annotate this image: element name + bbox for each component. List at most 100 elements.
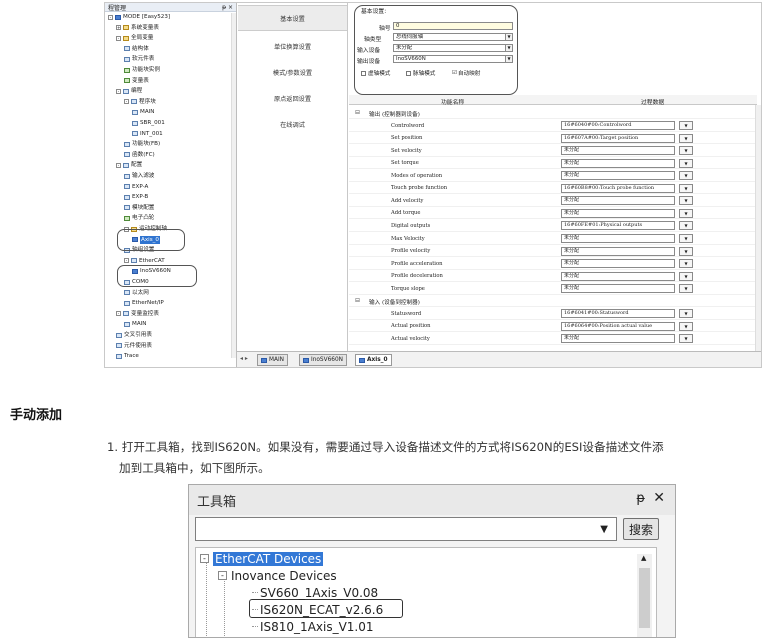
axis-no-field[interactable]: 0	[393, 22, 513, 30]
auto-map-checkbox[interactable]: ☑ 自动映射	[452, 69, 480, 77]
collapse-icon[interactable]: ⊟	[355, 297, 360, 304]
nav-item[interactable]: 单位换算设置	[238, 33, 347, 59]
axis-type-select[interactable]: 总线伺服轴 ▼	[393, 33, 513, 41]
project-tree-item[interactable]: 功能块实例	[124, 66, 160, 74]
chevron-down-icon[interactable]: ▼	[679, 284, 693, 294]
nav-item[interactable]: 在线调试	[238, 111, 347, 137]
process-data-select[interactable]: 16#60FE#01:Physical outputs	[561, 221, 675, 231]
project-tree-item[interactable]: 函数(FC)	[124, 151, 155, 159]
process-data-select[interactable]: 16#60B8#00:Touch probe function	[561, 183, 675, 193]
project-tree-item[interactable]: 交叉引用表	[116, 331, 152, 339]
project-tree-item[interactable]: - 全局变量	[116, 34, 153, 42]
toolbox-search-input[interactable]: ▼	[195, 517, 617, 541]
chevron-down-icon[interactable]: ▼	[679, 171, 693, 181]
nav-item[interactable]: 模式/参数设置	[238, 59, 347, 85]
project-tree-item[interactable]: - EtherCAT	[124, 257, 165, 265]
collapse-icon[interactable]: -	[108, 14, 113, 20]
chevron-down-icon[interactable]: ▼	[679, 334, 693, 344]
project-tree-item[interactable]: 结构体	[124, 45, 149, 53]
chevron-down-icon[interactable]: ▼	[679, 158, 693, 168]
process-data-select[interactable]: 未分配	[561, 334, 675, 344]
process-data-select[interactable]: 未分配	[561, 208, 675, 218]
chevron-down-icon[interactable]: ▼	[679, 271, 693, 281]
project-tree-item[interactable]: + 系统变量表	[116, 24, 159, 32]
project-tree-item[interactable]: - MODE [Easy523]	[108, 13, 170, 21]
chevron-down-icon[interactable]: ▼	[679, 196, 693, 206]
process-data-select[interactable]: 未分配	[561, 171, 675, 181]
process-data-select[interactable]: 未分配	[561, 271, 675, 281]
toolbox-scrollbar[interactable]: ▲	[637, 554, 652, 637]
process-data-select[interactable]: 未分配	[561, 284, 675, 294]
project-tree-item[interactable]: - 编程	[116, 87, 142, 95]
project-tree-item[interactable]: - 程序块	[124, 98, 156, 106]
search-button[interactable]: 搜索	[623, 518, 659, 540]
toolbox-tree-item[interactable]: IS810_1Axis_V1.01	[252, 618, 374, 635]
toolbox-tree-item[interactable]: IS620N_ECAT_v2.6.6	[252, 601, 383, 618]
project-tree-item[interactable]: 模块配置	[124, 204, 154, 212]
chevron-down-icon[interactable]: ▼	[679, 121, 693, 131]
project-tree-item[interactable]: - 变量监控表	[116, 310, 159, 318]
project-tree-item[interactable]: 输入滤波	[124, 172, 154, 180]
process-data-select[interactable]: 未分配	[561, 158, 675, 168]
project-tree-item[interactable]: EXP-A	[124, 183, 148, 191]
chevron-down-icon[interactable]: ▼	[679, 234, 693, 243]
chevron-down-icon[interactable]: ▼	[679, 309, 693, 319]
chevron-down-icon[interactable]: ▼	[679, 259, 693, 269]
process-data-select[interactable]: 16#6040#00:Controlword	[561, 121, 675, 131]
chevron-down-icon[interactable]: ▼	[679, 183, 693, 193]
collapse-icon[interactable]: -	[124, 99, 129, 105]
input-device-select[interactable]: 未分配 ▼	[393, 44, 513, 52]
collapse-icon[interactable]: -	[200, 554, 209, 563]
scroll-up-icon[interactable]: ▲	[641, 554, 646, 562]
collapse-icon[interactable]: -	[116, 311, 121, 317]
table-scrollbar[interactable]	[755, 105, 761, 351]
project-tree-item[interactable]: MAIN	[132, 108, 155, 116]
nav-item[interactable]: 原点返回设置	[238, 85, 347, 111]
process-data-select[interactable]: 未分配	[561, 259, 675, 269]
project-tree-item[interactable]: 变量表	[124, 77, 149, 85]
chevron-down-icon[interactable]: ▼	[679, 246, 693, 256]
toolbox-tree-item[interactable]: SV660_1Axis_V0.08	[252, 584, 378, 601]
collapse-icon[interactable]: -	[116, 35, 121, 41]
pulse-mode-checkbox[interactable]: 脉轴模式	[406, 69, 435, 77]
pin-icon[interactable]: ᵽ	[636, 491, 645, 506]
process-data-select[interactable]: 16#6064#00:Position actual value	[561, 321, 675, 331]
chevron-down-icon[interactable]: ▼	[679, 133, 693, 143]
expand-icon[interactable]: +	[116, 25, 121, 31]
tab-main[interactable]: MAIN	[257, 354, 289, 366]
process-data-select[interactable]: 未分配	[561, 234, 675, 243]
process-data-select[interactable]: 未分配	[561, 146, 675, 156]
project-tree-item[interactable]: EtherNet/IP	[124, 299, 164, 307]
output-device-select[interactable]: InoSV660N ▼	[393, 55, 513, 63]
project-tree-item[interactable]: 电子凸轮	[124, 214, 154, 222]
project-tree-item[interactable]: EXP-B	[124, 193, 148, 201]
project-tree-item[interactable]: MAIN	[124, 320, 147, 328]
panel-pin-close-icon[interactable]: ᵽ ×	[222, 4, 233, 11]
nav-item[interactable]: 基本设置	[238, 5, 347, 31]
project-tree-item[interactable]: 软元件表	[124, 55, 154, 63]
chevron-down-icon[interactable]: ▼	[679, 208, 693, 218]
toolbox-tree-item[interactable]: - Inovance Devices	[218, 567, 337, 584]
virtual-mode-checkbox[interactable]: 虚轴模式	[361, 69, 390, 77]
project-tree-item[interactable]: - 配置	[116, 161, 142, 169]
chevron-down-icon[interactable]: ▼	[679, 321, 693, 331]
project-tree-item[interactable]: SBR_001	[132, 119, 165, 127]
project-tree-item[interactable]: Trace	[116, 352, 139, 360]
project-tree-item[interactable]: 以太网	[124, 289, 149, 297]
collapse-icon[interactable]: -	[116, 88, 121, 94]
scrollbar-thumb[interactable]	[639, 568, 650, 628]
project-scrollbar[interactable]	[231, 13, 236, 358]
process-data-select[interactable]: 未分配	[561, 196, 675, 206]
project-tree-item[interactable]: 功能块(FB)	[124, 140, 160, 148]
collapse-icon[interactable]: ⊟	[355, 109, 360, 116]
tab-axis-0[interactable]: Axis_0	[355, 354, 392, 366]
chevron-down-icon[interactable]: ▼	[679, 221, 693, 231]
tab-inosv660n[interactable]: InoSV660N	[299, 354, 347, 366]
collapse-icon[interactable]: -	[124, 258, 129, 264]
chevron-down-icon[interactable]: ▼	[679, 146, 693, 156]
chevron-down-icon[interactable]: ▼	[600, 524, 608, 535]
toolbox-tree-item[interactable]: - EtherCAT Devices	[200, 550, 324, 567]
tab-scroll-arrows[interactable]: ◂ ▸	[240, 355, 248, 362]
project-tree-item[interactable]: 元件使用表	[116, 342, 152, 350]
collapse-icon[interactable]: -	[116, 162, 121, 168]
